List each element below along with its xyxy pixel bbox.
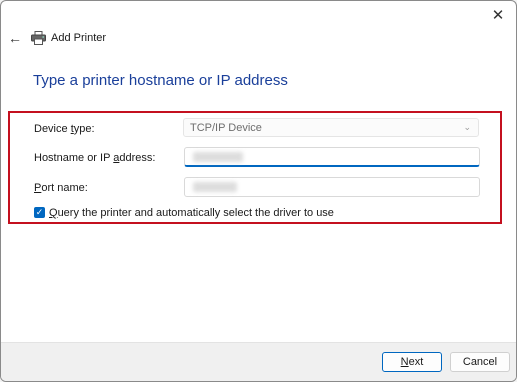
redacted-hostname-value — [193, 152, 243, 162]
page-heading: Type a printer hostname or IP address — [33, 72, 288, 89]
checkmark-icon: ✓ — [35, 207, 44, 217]
device-type-label: Device type: — [34, 123, 95, 135]
window-title: Add Printer — [51, 32, 107, 44]
device-type-select[interactable]: TCP/IP Device ⌄ — [183, 118, 479, 137]
query-printer-label[interactable]: Query the printer and automatically sele… — [49, 207, 334, 219]
back-button[interactable]: ← — [7, 30, 23, 46]
device-type-value: TCP/IP Device — [190, 122, 262, 134]
hostname-input[interactable] — [184, 147, 480, 167]
cancel-button[interactable]: Cancel — [450, 352, 510, 372]
port-name-input[interactable] — [184, 177, 480, 197]
hostname-label: Hostname or IP address: — [34, 152, 156, 164]
close-icon: ✕ — [491, 7, 505, 24]
printer-icon — [31, 31, 46, 45]
next-button[interactable]: Next — [382, 352, 442, 372]
add-printer-window: ✕ ← Add Printer Type a printer hostname … — [0, 0, 517, 382]
back-arrow-icon: ← — [8, 30, 22, 46]
chevron-down-icon: ⌄ — [463, 122, 471, 132]
dialog-footer: Next Cancel — [1, 342, 516, 381]
query-printer-checkbox[interactable]: ✓ — [34, 207, 45, 218]
close-button[interactable]: ✕ — [488, 5, 508, 25]
port-name-label: Port name: — [34, 182, 88, 194]
redacted-port-value — [193, 182, 237, 192]
